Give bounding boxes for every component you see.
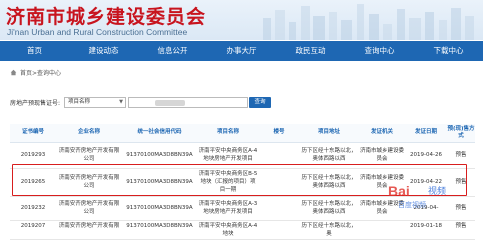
search-button[interactable]: 查询	[249, 97, 272, 108]
cell-project[interactable]: 济南平安中央商务区A-3地块房地产开发项目	[197, 196, 259, 221]
cell-sale-type: 预售	[447, 220, 475, 240]
watermark-brand: Bai	[388, 183, 410, 199]
site-header: 济南市城乡建设委员会 Ji'nan Urban and Rural Constr…	[0, 0, 483, 40]
table-row[interactable]: 2019207 济南安齐房地产开发有限 91370100MA3D8BN39A 济…	[10, 220, 475, 240]
nav-item-query[interactable]: 查询中心	[345, 41, 414, 61]
cell-cert-no[interactable]: 2019207	[10, 220, 56, 240]
cell-credit-code: 91370100MA3D8BN39A	[122, 220, 197, 240]
col-header-credit-code[interactable]: 统一社会信用代码	[122, 124, 197, 143]
col-header-company[interactable]: 企业名称	[56, 124, 122, 143]
col-header-project[interactable]: 项目名称	[197, 124, 259, 143]
search-bar: 房地产预现售证号: 项目名称 ▼ 查询	[10, 97, 272, 108]
watermark-sub: 百度视频	[398, 201, 426, 209]
cell-company: 济南安齐房地产开发有限	[56, 220, 122, 240]
col-header-date[interactable]: 发证日期	[405, 124, 447, 143]
search-type-select[interactable]: 项目名称 ▼	[64, 97, 127, 108]
col-header-cert-no[interactable]: 证书编号	[10, 124, 56, 143]
col-header-issuer[interactable]: 发证机关	[359, 124, 405, 143]
cell-cert-no[interactable]: 2019232	[10, 196, 56, 221]
home-icon	[10, 69, 17, 75]
nav-item-home[interactable]: 首页	[0, 41, 69, 61]
breadcrumb-text[interactable]: 首页>查询中心	[20, 68, 61, 77]
cell-project[interactable]: 济南平安中央商务区A-4地块	[197, 220, 259, 240]
nav-item-download[interactable]: 下载中心	[414, 41, 483, 61]
cell-building	[259, 220, 299, 240]
baidu-watermark: Bai 视频 百度视频	[388, 183, 473, 211]
nav-item-news[interactable]: 建设动态	[69, 41, 138, 61]
cell-address: 历下区经十东路以北，奥	[299, 220, 359, 240]
col-header-sale-type[interactable]: 预(现)售方式	[447, 124, 475, 143]
cell-company: 济南安齐房地产开发有限公司	[56, 196, 122, 221]
nav-item-info[interactable]: 信息公开	[138, 41, 207, 61]
cell-issuer	[359, 220, 405, 240]
blurred-input-text	[155, 100, 186, 106]
cell-credit-code: 91370100MA3D8BN39A	[122, 196, 197, 221]
search-input[interactable]	[128, 97, 249, 108]
col-header-building[interactable]: 楼号	[259, 124, 299, 143]
cell-address: 历下区经十东路以北，奥体西路以西	[299, 196, 359, 221]
main-nav: 首页 建设动态 信息公开 办事大厅 政民互动 查询中心 下载中心	[0, 41, 483, 61]
watermark-video: 视频	[428, 187, 447, 197]
chevron-down-icon: ▼	[119, 99, 124, 105]
search-type-value: 项目名称	[68, 99, 91, 105]
site-subtitle: Ji'nan Urban and Rural Construction Comm…	[7, 27, 188, 37]
table-header-row: 证书编号 企业名称 统一社会信用代码 项目名称 楼号 项目地址 发证机关 发证日…	[10, 124, 475, 143]
cell-date: 2019-01-18	[405, 220, 447, 240]
city-skyline-decoration	[263, 4, 474, 40]
search-label: 房地产预现售证号:	[10, 100, 61, 107]
nav-item-interaction[interactable]: 政民互动	[276, 41, 345, 61]
col-header-address[interactable]: 项目地址	[299, 124, 359, 143]
nav-item-services[interactable]: 办事大厅	[207, 41, 276, 61]
breadcrumb: 首页>查询中心	[10, 66, 61, 78]
site-title: 济南市城乡建设委员会	[6, 6, 207, 28]
cell-building	[259, 196, 299, 221]
